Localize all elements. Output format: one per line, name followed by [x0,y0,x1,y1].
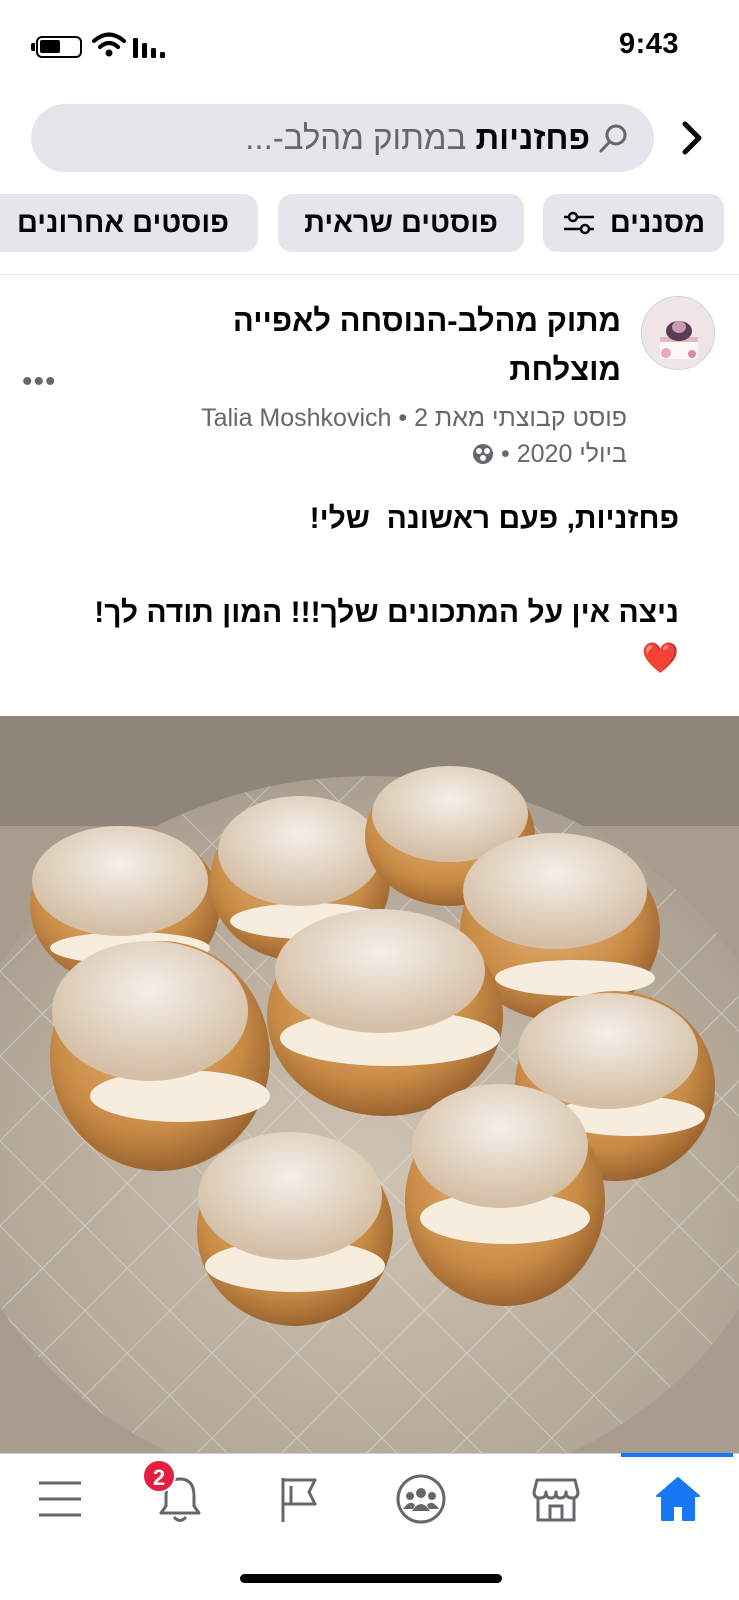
battery-icon [31,36,82,58]
globe-icon [473,444,494,464]
flag-icon [281,1478,317,1522]
active-tab-indicator [621,1453,733,1457]
tab-pages[interactable] [255,1464,345,1534]
search-query-text: פחזניות [475,119,590,156]
status-time: 9:43 [618,28,679,60]
wifi-icon [92,32,126,57]
divider [0,274,739,275]
tab-groups[interactable] [376,1464,466,1534]
seen-posts-chip[interactable]: פוסטים שראית [278,194,524,252]
tab-home[interactable] [633,1464,723,1534]
post-photo[interactable] [0,716,739,1453]
store-icon [532,1478,580,1522]
post-date: ביולי 2020 • [501,440,627,468]
group-avatar[interactable] [641,296,715,370]
signal-icon [133,38,165,58]
post-text-line-1: פחזניות, פעם ראשונה שלי! [309,502,679,535]
search-header: פחזניות במתוק מהלב-... [0,104,739,174]
home-indicator [240,1574,502,1583]
status-bar: 9:43 [0,0,739,90]
filter-chips: מסננים פוסטים שראית פוסטים אחרונים [0,194,739,254]
tab-marketplace[interactable] [511,1464,601,1534]
group-name[interactable]: מתוק מהלב-הנוסחה לאפייה מוצלחת [191,296,621,394]
groups-icon [396,1474,446,1524]
post-meta: פוסט קבוצתי מאת Talia Moshkovich • 2 ביו… [107,400,627,472]
post-text-line-2: ניצה אין על המתכונים שלך!!! המון תודה לך… [94,596,679,629]
filters-chip-label: מסננים [609,206,706,239]
search-icon [599,124,627,153]
heart-emoji: ❤️ [641,642,679,675]
back-chevron-icon[interactable] [673,118,709,158]
post-text: פחזניות, פעם ראשונה שלי! ניצה אין על המת… [39,496,679,682]
home-icon [656,1477,700,1521]
search-input[interactable]: פחזניות במתוק מהלב-... [31,104,654,172]
filter-sliders-icon [563,211,594,235]
recent-posts-chip[interactable]: פוסטים אחרונים [0,194,258,252]
tab-menu[interactable] [15,1464,105,1534]
filters-chip[interactable]: מסננים [543,194,724,252]
notifications-badge: 2 [142,1459,176,1493]
hamburger-menu-icon [39,1481,81,1517]
post-author-line[interactable]: פוסט קבוצתי מאת Talia Moshkovich • 2 [107,400,627,436]
search-scope-text: במתוק מהלב-... [245,119,467,156]
more-options-icon[interactable]: ••• [22,367,57,397]
